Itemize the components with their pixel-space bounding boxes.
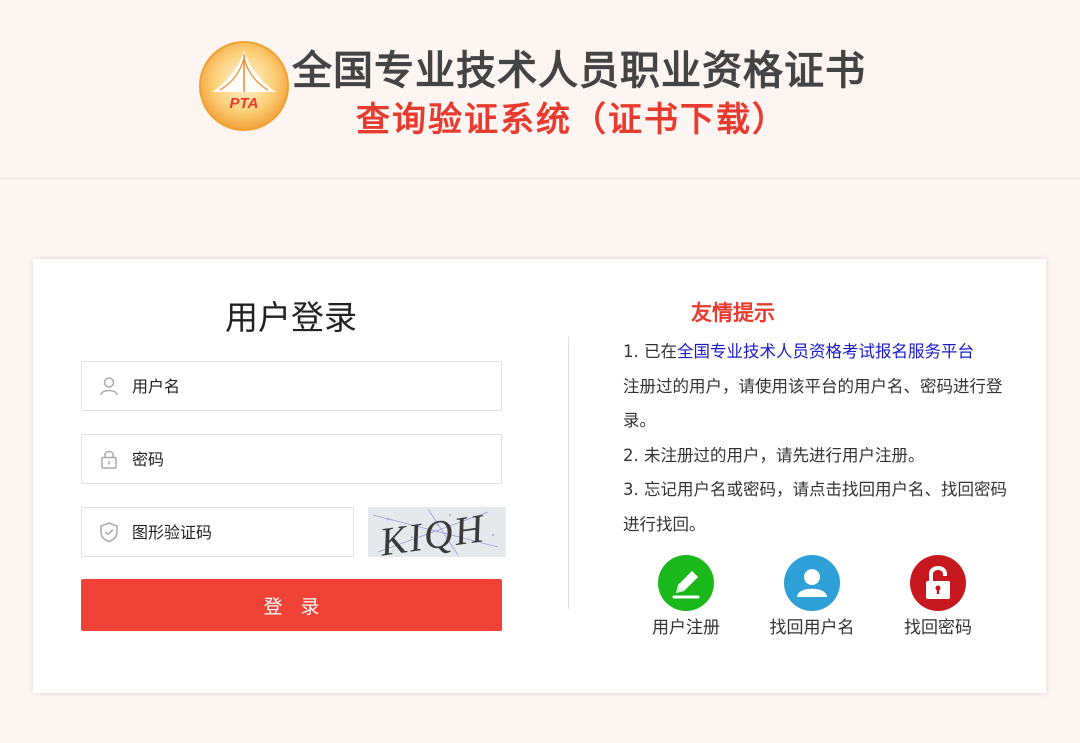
tip-item-3: 3. 忘记用户名或密码，请点击找回用户名、找回密码进行找回。 (623, 480, 1007, 534)
login-button[interactable]: 登录 (81, 579, 502, 631)
login-card: 用户登录 用户名 图形验证码 KIQH 登录 友情提示 1. 已在全国专业技术人… (33, 259, 1046, 693)
tips-list: 1. 已在全国专业技术人员资格考试报名服务平台 注册过的用户，请使用该平台的用户名… (623, 335, 1023, 542)
register-link[interactable]: 用户注册 (626, 555, 746, 638)
unlock-icon[interactable] (910, 555, 966, 611)
username-input[interactable] (132, 362, 492, 410)
captcha-field[interactable] (81, 507, 354, 557)
login-title: 用户登录 (225, 298, 357, 337)
logo-text: PTA (230, 95, 259, 112)
user-icon (98, 375, 120, 397)
recover-username-label[interactable]: 找回用户名 (752, 613, 872, 638)
vertical-divider (568, 337, 569, 609)
user-avatar-icon[interactable] (784, 555, 840, 611)
shield-check-icon (98, 521, 120, 543)
password-field[interactable] (81, 434, 502, 484)
password-input[interactable] (132, 435, 492, 483)
captcha-image[interactable]: KIQH (368, 507, 506, 557)
username-field[interactable] (81, 361, 502, 411)
tips-title: 友情提示 (691, 301, 775, 325)
recover-password-link[interactable]: 找回密码 (878, 555, 998, 638)
page-header: PTA 全国专业技术人员职业资格证书 查询验证系统（证书下载） (0, 0, 1080, 179)
tip-item-2: 2. 未注册过的用户，请先进行用户注册。 (623, 445, 925, 465)
pta-logo: PTA (198, 40, 290, 132)
recover-password-label[interactable]: 找回密码 (878, 613, 998, 638)
captcha-input[interactable] (132, 508, 342, 556)
tip-item-1: 1. 已在全国专业技术人员资格考试报名服务平台 注册过的用户，请使用该平台的用户名… (623, 342, 1003, 430)
pencil-icon[interactable] (658, 555, 714, 611)
site-subtitle: 查询验证系统（证书下载） (356, 100, 788, 140)
register-label[interactable]: 用户注册 (626, 613, 746, 638)
recover-username-link[interactable]: 找回用户名 (752, 555, 872, 638)
exam-platform-link[interactable]: 全国专业技术人员资格考试报名服务平台 (677, 342, 974, 361)
site-title: 全国专业技术人员职业资格证书 (292, 48, 866, 94)
lock-icon (98, 448, 120, 470)
